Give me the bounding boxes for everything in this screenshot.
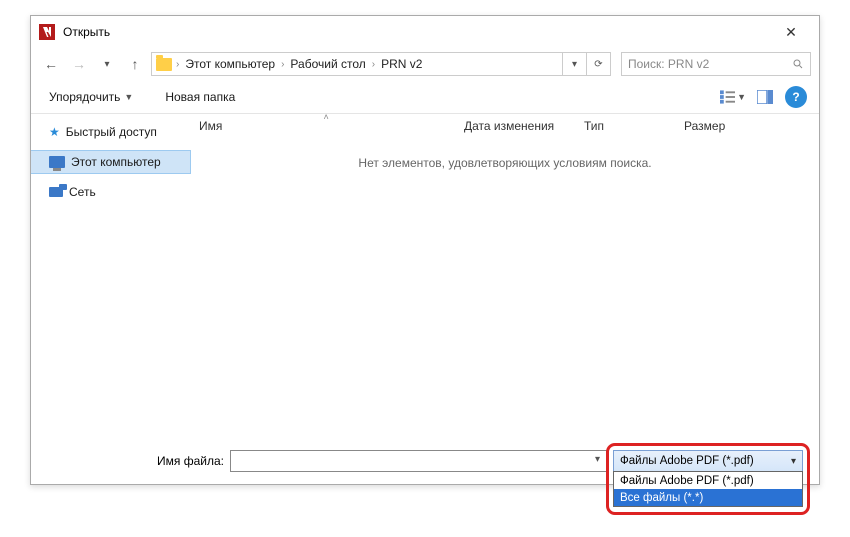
folder-icon (154, 54, 174, 74)
sidebar-item-quick-access[interactable]: ★ Быстрый доступ (31, 120, 191, 144)
column-type[interactable]: Тип (576, 114, 676, 138)
refresh-button[interactable]: ⟳ (586, 53, 610, 75)
search-placeholder: Поиск: PRN v2 (628, 57, 709, 71)
footer: Имя файла: ▾ Файлы Adobe PDF (*.pdf) ▾ Ф… (31, 450, 819, 472)
caret-down-icon: ▼ (124, 92, 133, 102)
toolbar: Упорядочить ▼ Новая папка ▼ ? (31, 80, 819, 114)
recent-caret[interactable]: ▾ (95, 52, 119, 76)
filter-option-all[interactable]: Все файлы (*.*) (614, 489, 802, 506)
filename-label: Имя файла: (47, 450, 224, 468)
address-bar[interactable]: › Этот компьютер › Рабочий стол › PRN v2… (151, 52, 611, 76)
sort-indicator-icon: ˄ (324, 112, 329, 122)
file-list-pane: Имя ˄ Дата изменения Тип Размер Нет элем… (191, 114, 819, 414)
sidebar-item-this-pc[interactable]: Этот компьютер (31, 150, 191, 174)
new-folder-button[interactable]: Новая папка (159, 86, 241, 108)
help-button[interactable]: ? (785, 86, 807, 108)
star-icon: ★ (49, 125, 60, 139)
sidebar: ★ Быстрый доступ Этот компьютер Сеть (31, 114, 191, 414)
chevron-right-icon: › (279, 59, 286, 70)
filetype-select[interactable]: Файлы Adobe PDF (*.pdf) ▾ (613, 450, 803, 472)
address-dropdown[interactable]: ▾ (562, 53, 586, 75)
nav-row: ← → ▾ ↑ › Этот компьютер › Рабочий стол … (31, 48, 819, 80)
adobe-icon (39, 24, 55, 40)
filename-input[interactable]: ▾ (230, 450, 607, 472)
breadcrumb-prn[interactable]: PRN v2 (377, 57, 426, 71)
organize-button[interactable]: Упорядочить ▼ (43, 86, 139, 108)
column-name[interactable]: Имя ˄ (191, 114, 456, 138)
up-button[interactable]: ↑ (123, 52, 147, 76)
column-headers: Имя ˄ Дата изменения Тип Размер (191, 114, 819, 138)
caret-down-icon: ▾ (791, 456, 796, 467)
view-mode-button[interactable]: ▼ (719, 85, 747, 109)
open-dialog: Открыть ✕ ← → ▾ ↑ › Этот компьютер › Раб… (30, 15, 820, 485)
empty-folder-message: Нет элементов, удовлетворяющих условиям … (191, 156, 819, 170)
dialog-title: Открыть (63, 25, 771, 39)
close-button[interactable]: ✕ (771, 18, 811, 46)
back-button[interactable]: ← (39, 52, 63, 76)
breadcrumb-pc[interactable]: Этот компьютер (181, 57, 279, 71)
forward-button[interactable]: → (67, 52, 91, 76)
chevron-right-icon: › (370, 59, 377, 70)
search-icon (792, 58, 804, 70)
caret-down-icon: ▾ (595, 454, 600, 465)
titlebar: Открыть ✕ (31, 16, 819, 48)
filetype-filter: Файлы Adobe PDF (*.pdf) ▾ Файлы Adobe PD… (613, 450, 803, 472)
column-date[interactable]: Дата изменения (456, 114, 576, 138)
network-icon (49, 187, 63, 197)
preview-pane-button[interactable] (751, 85, 779, 109)
column-size[interactable]: Размер (676, 114, 756, 138)
search-input[interactable]: Поиск: PRN v2 (621, 52, 811, 76)
filter-option-pdf[interactable]: Файлы Adobe PDF (*.pdf) (614, 472, 802, 489)
breadcrumb-desktop[interactable]: Рабочий стол (286, 57, 369, 71)
pc-icon (49, 156, 65, 168)
chevron-right-icon: › (174, 59, 181, 70)
sidebar-item-network[interactable]: Сеть (31, 180, 191, 204)
dialog-body: ★ Быстрый доступ Этот компьютер Сеть Имя… (31, 114, 819, 414)
filetype-dropdown: Файлы Adobe PDF (*.pdf) Все файлы (*.*) (613, 471, 803, 507)
